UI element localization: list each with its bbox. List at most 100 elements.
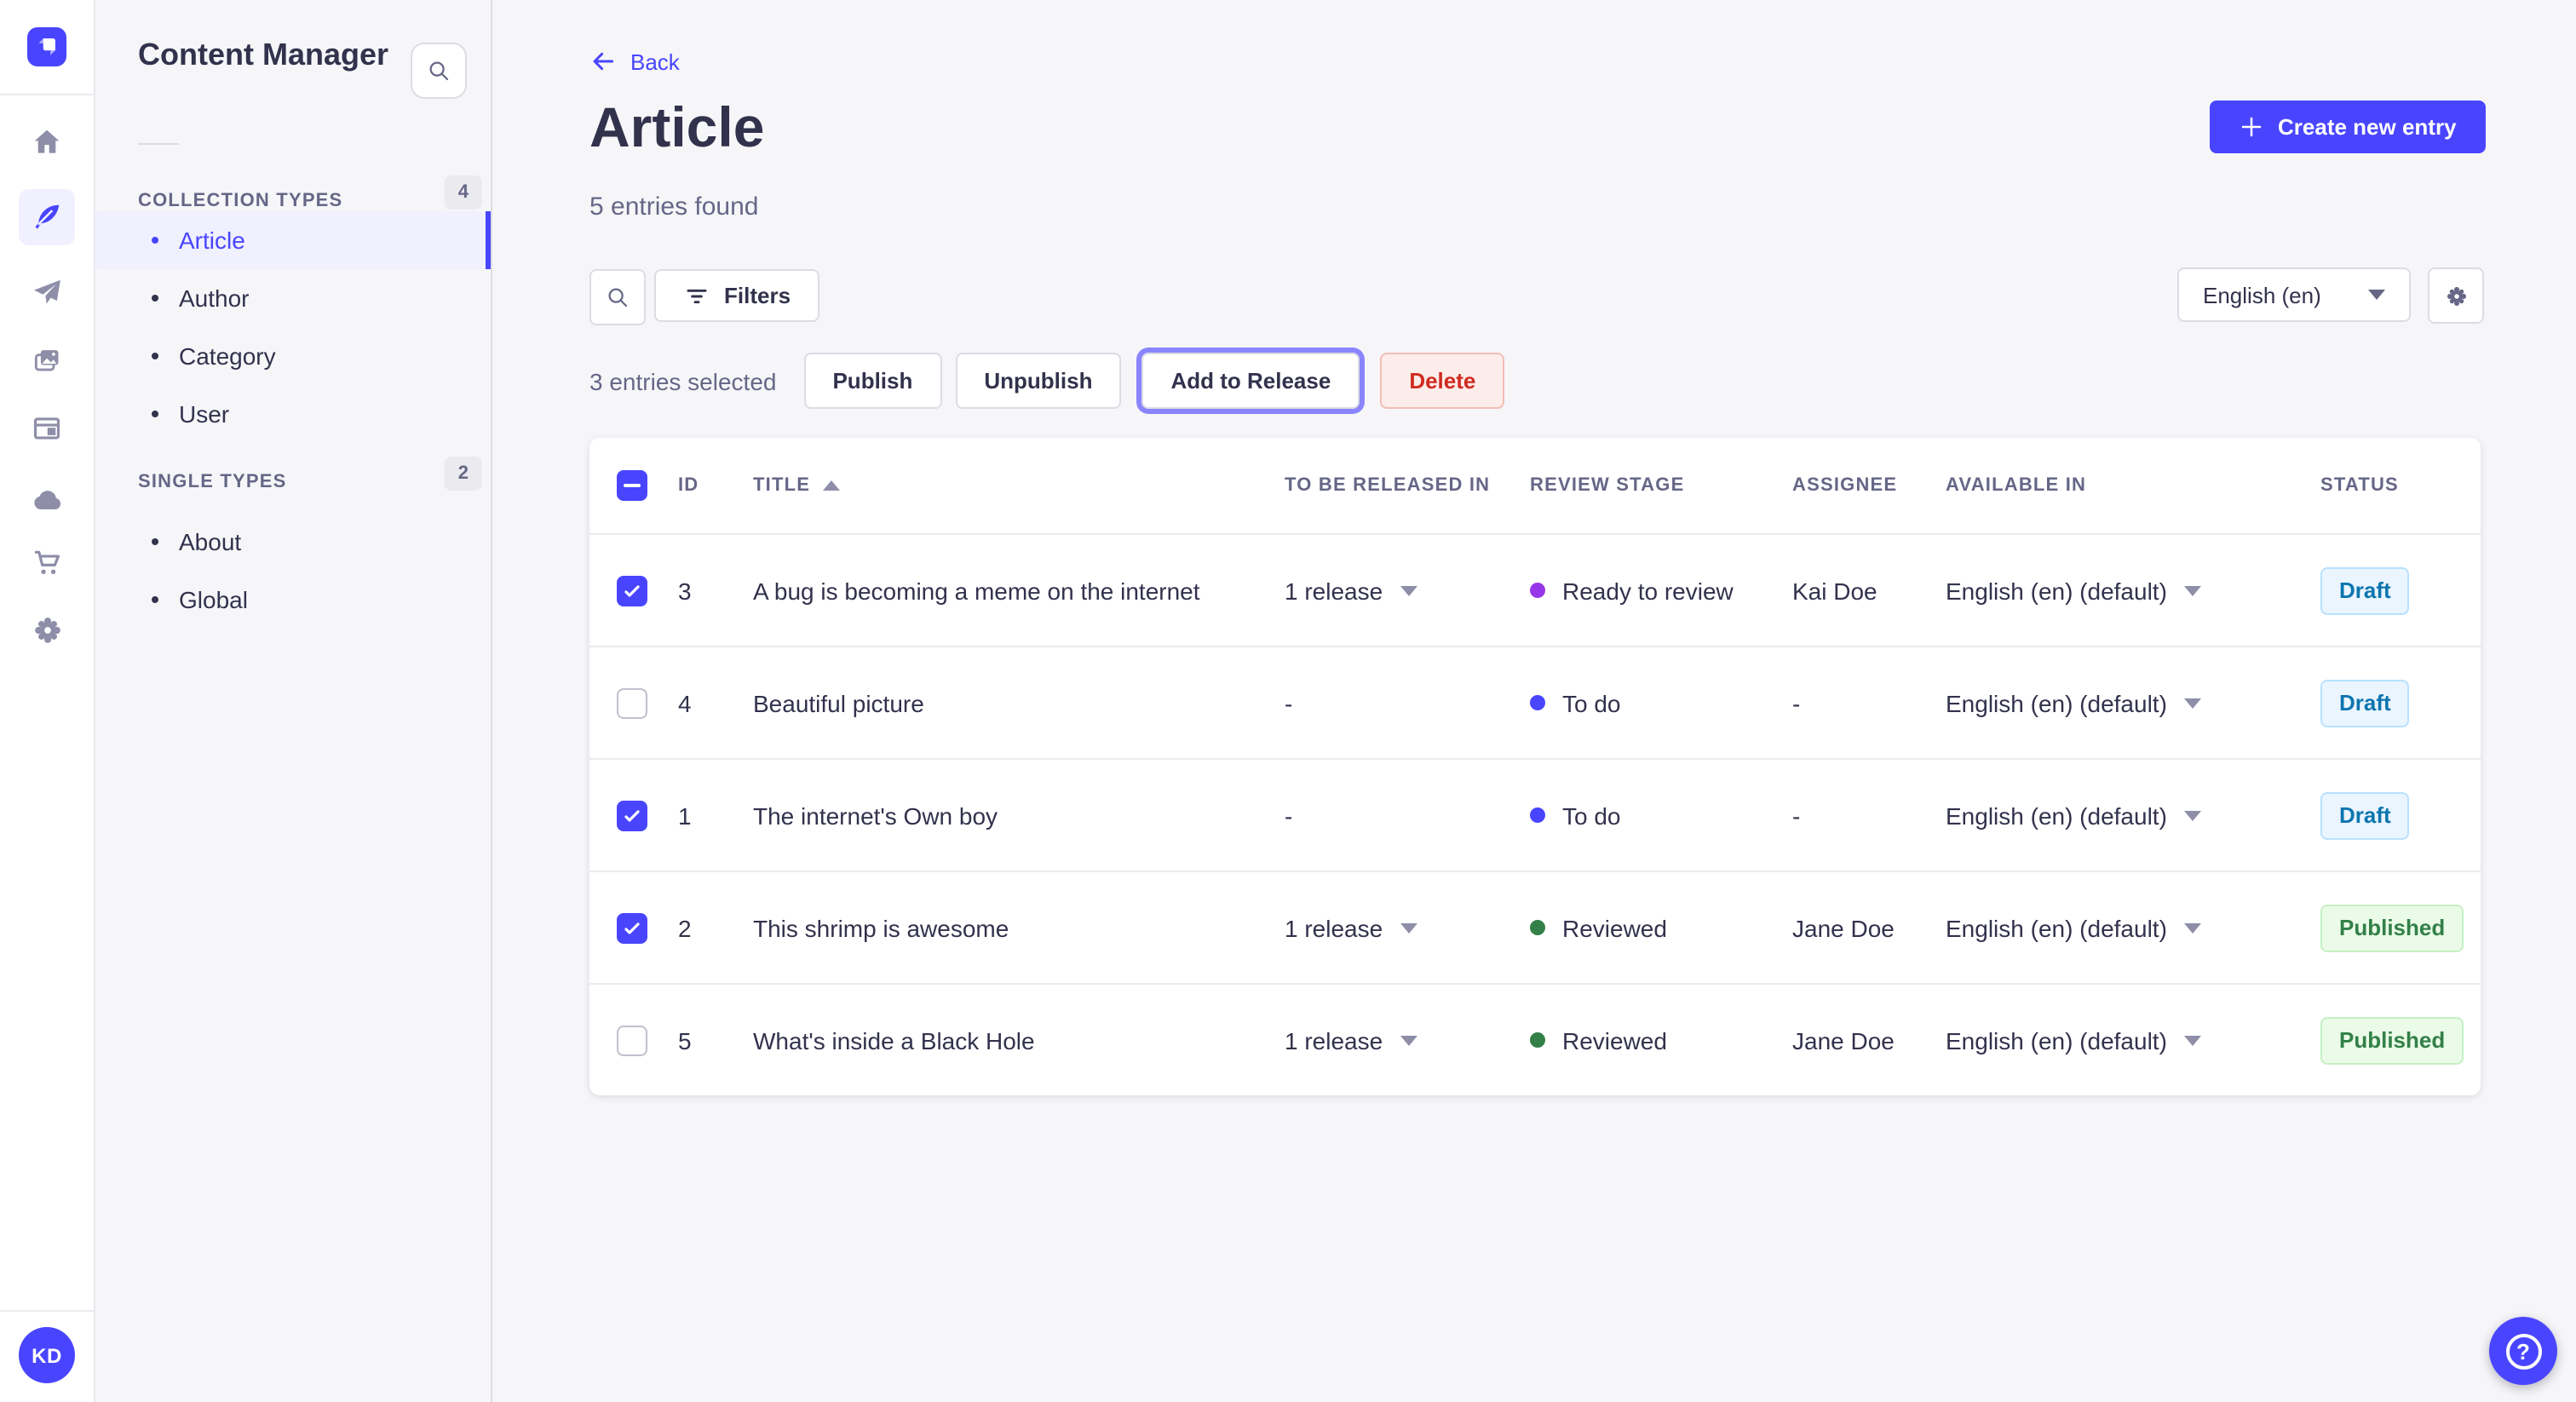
select-all-checkbox[interactable] [617,470,647,501]
panel-search-button[interactable] [411,43,467,99]
table-row[interactable]: 5 What's inside a Black Hole 1 release R… [589,983,2481,1095]
row-checkbox[interactable] [617,800,647,830]
add-to-release-button[interactable]: Add to Release [1141,353,1360,409]
release-select[interactable]: 1 release [1285,577,1530,604]
sidebar-item-cloud[interactable] [19,472,75,528]
sidebar-item-releases[interactable] [19,264,75,320]
column-header-label: TITLE [753,475,811,496]
row-locale-select[interactable]: English (en) (default) [1946,914,2320,941]
status-badge: Draft [2320,566,2410,614]
row-id: 5 [678,1026,692,1054]
stage-dot-icon [1530,920,1545,935]
table-row[interactable]: 3 A bug is becoming a meme on the intern… [589,533,2481,646]
delete-button[interactable]: Delete [1380,353,1505,409]
sidebar-item-author[interactable]: Author [94,269,491,327]
sort-ascending-icon [822,480,840,491]
sidebar-item-media-library[interactable] [19,332,75,388]
check-icon [624,584,640,596]
row-assignee: Kai Doe [1792,577,1877,604]
layout-icon [33,417,60,440]
column-header-assignee[interactable]: ASSIGNEE [1792,475,1946,496]
entries-table: ID TITLE TO BE RELEASED IN REVIEW STAGE … [589,438,2481,1095]
feather-icon [35,204,60,229]
panel-title: Content Manager [138,37,389,72]
sidebar-item-category[interactable]: Category [94,327,491,385]
release-select[interactable]: - [1285,689,1530,716]
release-value: 1 release [1285,914,1383,941]
table-row[interactable]: 1 The internet's Own boy - To do - Engli… [589,758,2481,871]
sidebar-item-about[interactable]: About [94,513,491,571]
sidebar-item-pages[interactable] [19,400,75,457]
unpublish-button[interactable]: Unpublish [955,353,1122,409]
search-entries-button[interactable] [589,269,646,325]
help-button[interactable]: ? [2489,1317,2557,1385]
row-title: This shrimp is awesome [753,914,1009,941]
column-header-to-be-released-in[interactable]: TO BE RELEASED IN [1285,475,1530,496]
sidebar-item-marketplace[interactable] [19,535,75,591]
locale-select[interactable]: English (en) [2177,267,2411,322]
sidebar-item-article[interactable]: Article [94,211,491,269]
table-row[interactable]: 2 This shrimp is awesome 1 release Revie… [589,871,2481,983]
row-assignee: Jane Doe [1792,914,1895,941]
status-badge: Draft [2320,679,2410,727]
stage-label: Reviewed [1562,1026,1667,1054]
check-icon [624,809,640,821]
release-select[interactable]: 1 release [1285,1026,1530,1054]
back-link[interactable]: Back [589,48,680,75]
sidebar-item-label: Article [179,227,245,254]
row-checkbox[interactable] [617,912,647,943]
column-header-status[interactable]: STATUS [2320,475,2453,496]
filters-button[interactable]: Filters [654,269,820,322]
stage-label: Ready to review [1562,577,1734,604]
row-id: 4 [678,689,692,716]
status-badge: Published [2320,1016,2464,1064]
strapi-logo[interactable] [27,27,66,66]
table-row[interactable]: 4 Beautiful picture - To do - English (e… [589,646,2481,758]
view-settings-button[interactable] [2428,267,2484,324]
row-assignee: - [1792,689,1801,716]
strapi-logo-icon [38,38,55,55]
sidebar-item-label: Category [179,342,276,370]
stage-label: To do [1562,689,1621,716]
row-locale-select[interactable]: English (en) (default) [1946,689,2320,716]
row-title: The internet's Own boy [753,802,998,829]
bullet-icon [152,538,158,545]
indeterminate-icon [624,483,641,488]
media-icon [34,350,59,371]
column-header-review-stage[interactable]: REVIEW STAGE [1530,475,1792,496]
sidebar-item-global[interactable]: Global [94,571,491,629]
publish-button[interactable]: Publish [803,353,942,409]
create-new-entry-button[interactable]: Create new entry [2210,101,2486,153]
row-locale-select[interactable]: English (en) (default) [1946,577,2320,604]
row-locale-select[interactable]: English (en) (default) [1946,802,2320,829]
status-badge: Draft [2320,791,2410,839]
sidebar-item-user[interactable]: User [94,385,491,443]
chevron-down-icon [2183,698,2201,708]
user-avatar[interactable]: KD [19,1327,75,1383]
column-header-id[interactable]: ID [678,475,753,496]
stage-dot-icon [1530,695,1545,710]
release-select[interactable]: 1 release [1285,914,1530,941]
sidebar-item-label: About [179,528,242,555]
row-checkbox[interactable] [617,1025,647,1055]
cart-icon [34,550,60,574]
back-label: Back [630,49,680,74]
row-checkbox[interactable] [617,687,647,718]
gear-icon [34,617,60,642]
row-checkbox[interactable] [617,575,647,606]
row-locale-select[interactable]: English (en) (default) [1946,1026,2320,1054]
sidebar-item-home[interactable] [19,114,75,170]
release-select[interactable]: - [1285,802,1530,829]
sidebar-item-content-manager[interactable] [19,189,75,245]
sidebar-item-settings[interactable] [19,601,75,658]
review-stage: To do [1530,802,1792,829]
locale-value: English (en) (default) [1946,689,2167,716]
chevron-down-icon [2183,585,2201,595]
column-header-title[interactable]: TITLE [753,475,1285,496]
app-window: KD Content Manager COLLECTION TYPES 4 Ar… [0,0,2576,1402]
column-header-available-in[interactable]: AVAILABLE IN [1946,475,2320,496]
chevron-down-icon [1400,922,1417,933]
content-manager-panel: Content Manager COLLECTION TYPES 4 Artic… [94,0,492,1402]
bullet-icon [152,295,158,302]
sidebar-item-label: Author [179,284,250,312]
